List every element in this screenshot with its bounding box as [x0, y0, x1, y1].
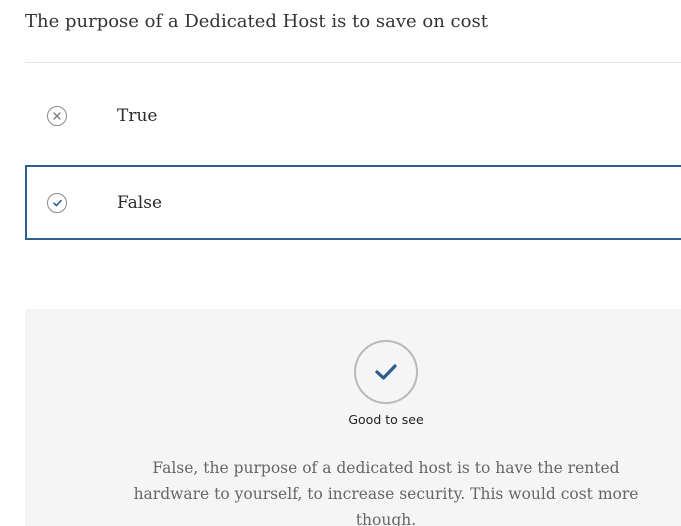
answer-option-false[interactable]: False — [25, 165, 681, 240]
x-circle-icon — [47, 106, 67, 126]
answer-option-label: False — [117, 192, 162, 213]
question-text: The purpose of a Dedicated Host is to sa… — [25, 11, 488, 32]
question-divider — [25, 62, 681, 63]
check-icon — [354, 340, 418, 404]
check-circle-icon — [47, 192, 67, 213]
feedback-explanation: False, the purpose of a dedicated host i… — [133, 459, 639, 526]
feedback-title: Good to see — [348, 412, 424, 427]
feedback-panel: Good to see False, the purpose of a dedi… — [25, 309, 681, 526]
answer-option-label: True — [117, 106, 158, 126]
answer-option-true[interactable]: True — [25, 80, 681, 152]
